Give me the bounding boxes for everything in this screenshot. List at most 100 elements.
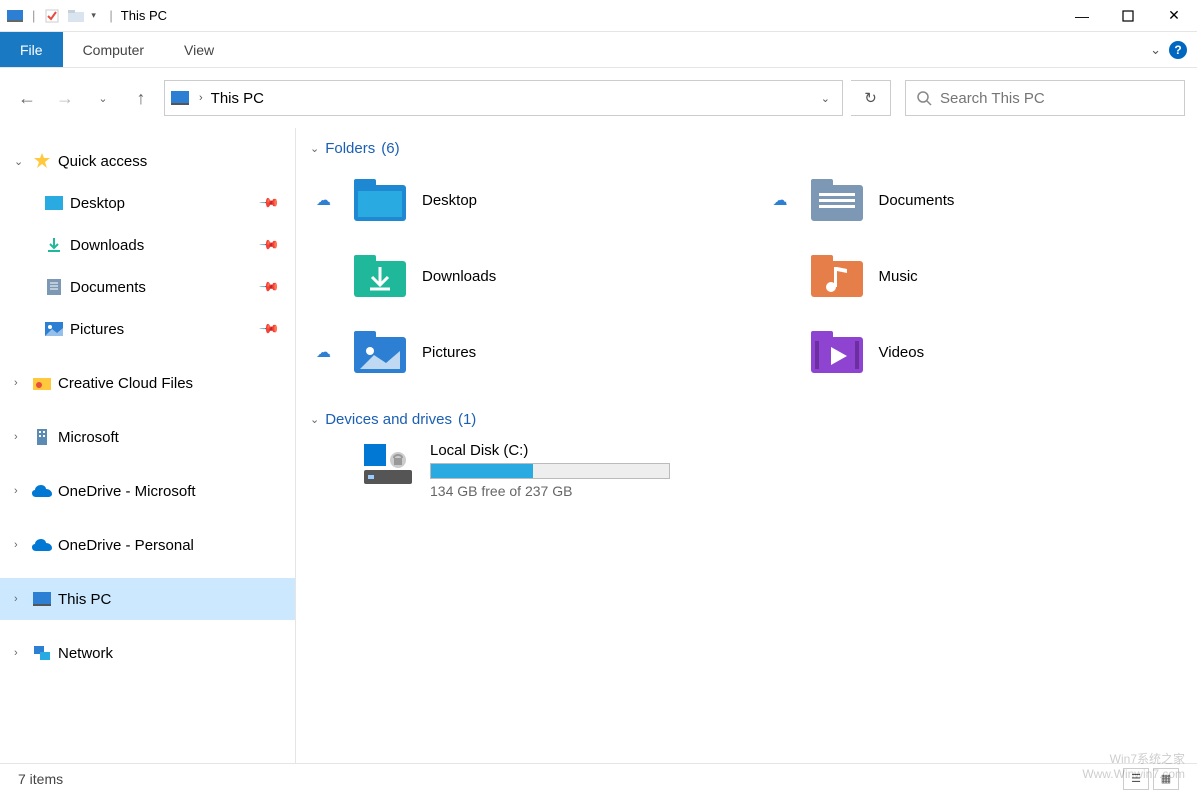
group-count: (1) [458, 411, 476, 428]
minimize-button[interactable]: — [1059, 0, 1105, 32]
refresh-button[interactable]: ↻ [851, 80, 891, 116]
sidebar-item-label: This PC [58, 591, 111, 608]
qat-dropdown[interactable]: ▾ [91, 10, 101, 21]
sidebar-this-pc[interactable]: › This PC [0, 578, 295, 620]
drive-name: Local Disk (C:) [430, 442, 670, 459]
sidebar-quick-access[interactable]: ⌄ Quick access [0, 140, 295, 182]
folder-documents[interactable]: ☁ Documents [767, 171, 1184, 229]
close-button[interactable]: ✕ [1151, 0, 1197, 32]
back-button[interactable]: ← [12, 83, 42, 113]
forward-button[interactable]: → [50, 83, 80, 113]
check-icon[interactable] [43, 7, 61, 25]
sidebar-onedrive-personal[interactable]: › OneDrive - Personal [0, 524, 295, 566]
titlebar: | ▾ | This PC — ✕ [0, 0, 1197, 32]
help-button[interactable]: ? [1169, 41, 1187, 59]
sidebar-item-label: Pictures [70, 321, 124, 338]
maximize-button[interactable] [1105, 0, 1151, 32]
sidebar-network[interactable]: › Network [0, 632, 295, 674]
address-dropdown[interactable]: ⌄ [813, 92, 838, 105]
sidebar-item-label: Microsoft [58, 429, 119, 446]
folder-desktop[interactable]: ☁ Desktop [310, 171, 727, 229]
chevron-right-icon[interactable]: › [195, 92, 207, 104]
chevron-down-icon[interactable]: ⌄ [14, 155, 26, 168]
music-folder-icon [809, 253, 865, 299]
group-title: Devices and drives [325, 411, 452, 428]
status-bar: 7 items ☰ ▦ [0, 763, 1197, 793]
details-view-toggle[interactable]: ☰ [1123, 768, 1149, 790]
folder-pictures[interactable]: ☁ Pictures [310, 323, 727, 381]
folder-label: Documents [879, 192, 955, 209]
pictures-folder-icon [352, 329, 408, 375]
network-icon [32, 643, 52, 663]
cloud-status-icon: ☁ [316, 343, 338, 361]
history-dropdown[interactable]: ⌄ [88, 83, 118, 113]
app-icon [6, 7, 24, 25]
onedrive-icon [32, 535, 52, 555]
folder-label: Desktop [422, 192, 477, 209]
folder-music[interactable]: Music [767, 247, 1184, 305]
sidebar-creative-cloud[interactable]: › Creative Cloud Files [0, 362, 295, 404]
sidebar-item-label: OneDrive - Personal [58, 537, 194, 554]
sidebar-item-label: Desktop [70, 195, 125, 212]
chevron-right-icon[interactable]: › [14, 377, 26, 389]
icons-view-toggle[interactable]: ▦ [1153, 768, 1179, 790]
folder-qat-icon[interactable] [67, 7, 85, 25]
folder-label: Pictures [422, 344, 476, 361]
devices-group-header[interactable]: ⌄ Devices and drives (1) [310, 411, 1183, 428]
view-tab[interactable]: View [164, 32, 234, 67]
search-box[interactable] [905, 80, 1185, 116]
drive-local-disk-c[interactable]: Local Disk (C:) 134 GB free of 237 GB [310, 442, 1183, 499]
folders-group-header[interactable]: ⌄ Folders (6) [310, 140, 1183, 157]
search-input[interactable] [940, 90, 1174, 107]
status-item-count: 7 items [18, 771, 63, 787]
folder-videos[interactable]: Videos [767, 323, 1184, 381]
pin-icon[interactable]: 📌 [258, 276, 281, 299]
drive-icon [360, 442, 416, 488]
sidebar-downloads[interactable]: Downloads 📌 [0, 224, 295, 266]
separator: | [32, 8, 35, 23]
sidebar-onedrive-microsoft[interactable]: › OneDrive - Microsoft [0, 470, 295, 512]
group-count: (6) [381, 140, 399, 157]
pictures-icon [44, 319, 64, 339]
chevron-right-icon[interactable]: › [14, 593, 26, 605]
chevron-right-icon[interactable]: › [14, 647, 26, 659]
drive-capacity-fill [431, 464, 533, 478]
sidebar-pictures[interactable]: Pictures 📌 [0, 308, 295, 350]
sidebar-item-label: Documents [70, 279, 146, 296]
folder-downloads[interactable]: Downloads [310, 247, 727, 305]
up-button[interactable]: ↑ [126, 83, 156, 113]
separator: | [109, 8, 112, 23]
documents-icon [44, 277, 64, 297]
address-crumb[interactable]: This PC [211, 90, 264, 107]
sidebar-item-label: Downloads [70, 237, 144, 254]
sidebar-microsoft[interactable]: › Microsoft [0, 416, 295, 458]
folder-label: Music [879, 268, 918, 285]
this-pc-icon [32, 589, 52, 609]
sidebar-desktop[interactable]: Desktop 📌 [0, 182, 295, 224]
window-controls: — ✕ [1059, 0, 1197, 32]
navigation-pane: ⌄ Quick access Desktop 📌 Downloads 📌 Doc [0, 128, 296, 763]
computer-tab[interactable]: Computer [63, 32, 164, 67]
chevron-right-icon[interactable]: › [14, 485, 26, 497]
group-title: Folders [325, 140, 375, 157]
ribbon-collapse-chevron[interactable]: ⌄ [1150, 42, 1161, 58]
chevron-right-icon[interactable]: › [14, 539, 26, 551]
titlebar-left: | ▾ | This PC [0, 7, 167, 25]
chevron-right-icon[interactable]: › [14, 431, 26, 443]
sidebar-item-label: Quick access [58, 153, 147, 170]
address-bar[interactable]: › This PC ⌄ [164, 80, 843, 116]
pin-icon[interactable]: 📌 [258, 234, 281, 257]
content-pane: ⌄ Folders (6) ☁ Desktop ☁ Documents [296, 128, 1197, 763]
sidebar-item-label: Network [58, 645, 113, 662]
building-icon [32, 427, 52, 447]
folder-label: Downloads [422, 268, 496, 285]
file-tab[interactable]: File [0, 32, 63, 67]
drive-free-text: 134 GB free of 237 GB [430, 483, 670, 499]
drive-info: Local Disk (C:) 134 GB free of 237 GB [430, 442, 670, 499]
pin-icon[interactable]: 📌 [258, 318, 281, 341]
pin-icon[interactable]: 📌 [258, 192, 281, 215]
folders-grid: ☁ Desktop ☁ Documents Downloads [310, 171, 1183, 381]
documents-folder-icon [809, 177, 865, 223]
navigation-toolbar: ← → ⌄ ↑ › This PC ⌄ ↻ [0, 68, 1197, 128]
sidebar-documents[interactable]: Documents 📌 [0, 266, 295, 308]
